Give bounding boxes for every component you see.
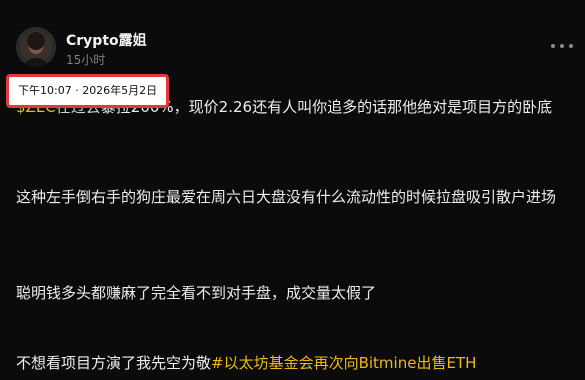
post-paragraph-2: 这种左手倒右手的狗庄最爱在周六日大盘没有什么流动性的时候拉盘吸引散户进场 bbox=[16, 188, 557, 206]
post-paragraph-4: 不想看项目方演了我先空为敬#以太坊基金会再次向Bitmine出售ETH bbox=[16, 352, 576, 374]
post-time-ago[interactable]: 15小时 bbox=[66, 51, 105, 68]
timestamp-tooltip: 下午10:07 · 2026年5月2日 bbox=[6, 74, 170, 108]
post-paragraph-3: 聪明钱多头都赚麻了完全看不到对手盘，成交量太假了 bbox=[16, 284, 377, 302]
paragraph-4-text: 不想看项目方演了我先空为敬 bbox=[16, 354, 212, 372]
avatar-image bbox=[16, 27, 56, 67]
more-options-button[interactable] bbox=[551, 38, 573, 54]
more-horizontal-icon bbox=[569, 44, 573, 48]
more-horizontal-icon bbox=[560, 44, 564, 48]
avatar[interactable] bbox=[16, 27, 56, 67]
author-name[interactable]: Crypto露姐 bbox=[66, 30, 147, 50]
more-horizontal-icon bbox=[551, 44, 555, 48]
hashtag-link[interactable]: #以太坊基金会再次向Bitmine出售ETH bbox=[211, 354, 476, 372]
